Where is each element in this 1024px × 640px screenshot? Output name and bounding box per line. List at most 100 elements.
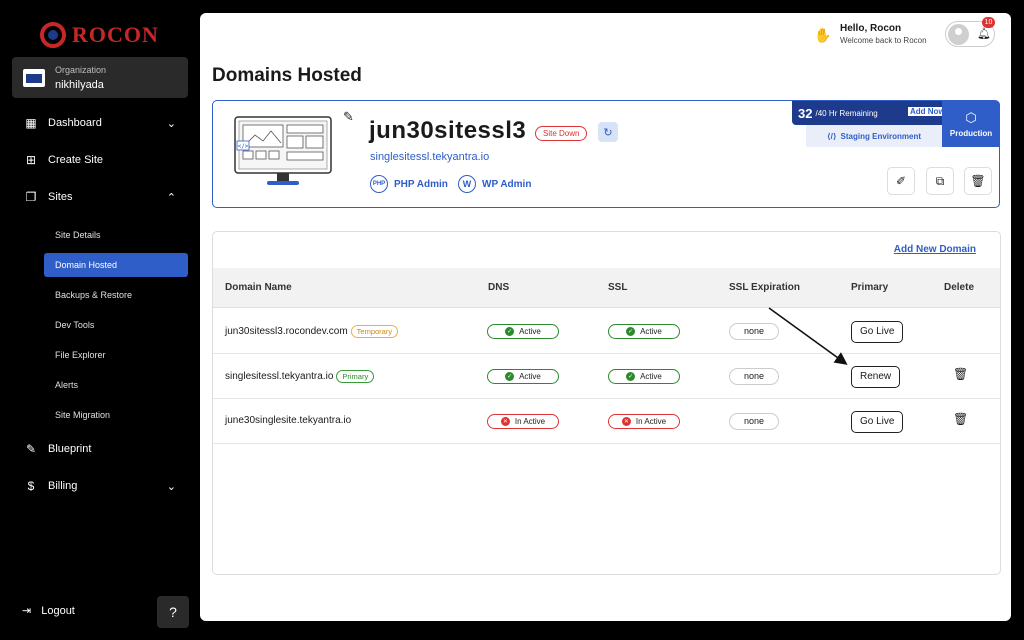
greeting: Hello, Rocon Welcome back to Rocon xyxy=(840,23,927,45)
sidebar: ROCON Organization nikhilyada ▦ Dashboar… xyxy=(0,0,200,640)
wp-admin-label: WP Admin xyxy=(482,178,532,190)
bell-icon[interactable]: 🔔︎ xyxy=(977,27,991,40)
sidebar-item-label: Dashboard xyxy=(48,117,102,129)
wave-hand-icon: ✋ xyxy=(814,27,832,43)
renew-button[interactable]: Renew xyxy=(851,366,901,388)
table-row: jun30sitessl3.rocondev.com Temporary ✓ Act… xyxy=(213,309,1000,354)
site-card: </> ✎ jun30sitessl3 Site Down ↻ singlesi… xyxy=(212,100,1000,208)
refresh-button[interactable]: ↻ xyxy=(598,122,618,142)
trash-icon[interactable]: 🗑︎ xyxy=(953,412,968,426)
avatar[interactable] xyxy=(948,24,969,45)
column-header-primary: Primary xyxy=(851,282,889,293)
sidebar-subitem-backups-restore[interactable]: Backups & Restore xyxy=(44,283,188,307)
site-monitor-illustration: </> xyxy=(234,116,332,185)
dns-status: ✕ In Active xyxy=(487,414,559,429)
organization-name: nikhilyada xyxy=(55,79,104,91)
sidebar-item-create-site[interactable]: ⊞ Create Site xyxy=(24,153,176,167)
brand-name: ROCON xyxy=(72,22,159,47)
magic-wand-button[interactable]: ✐ xyxy=(887,167,915,195)
logout-icon: ⇥ xyxy=(22,605,32,617)
add-new-domain-link[interactable]: Add New Domain xyxy=(894,244,976,255)
x-circle-icon: ✕ xyxy=(500,417,510,426)
hours-total: /40 Hr Remaining xyxy=(815,108,878,118)
dollar-icon: $ xyxy=(27,479,35,493)
php-admin-link[interactable]: PHP PHP Admin xyxy=(370,175,448,193)
add-window-icon: ⊞ xyxy=(25,153,37,167)
dashboard-icon: ▦ xyxy=(25,116,37,130)
domain-text: jun30sitessl3.rocondev.com xyxy=(225,326,348,338)
organization-label: Organization xyxy=(55,65,107,75)
sidebar-subitem-file-explorer[interactable]: File Explorer xyxy=(44,343,188,367)
column-header-ssl: SSL xyxy=(608,282,628,293)
ssl-status-label: Active xyxy=(640,327,662,336)
ssl-status-label: In Active xyxy=(635,417,667,426)
domain-name: jun30sitessl3.rocondev.com Temporary xyxy=(225,325,399,338)
svg-text:</>: </> xyxy=(238,143,249,150)
staging-label: Staging Environment xyxy=(840,131,921,141)
sites-icon: ❐ xyxy=(25,190,37,204)
organization-icon xyxy=(23,69,45,87)
greeting-subtitle: Welcome back to Rocon xyxy=(840,36,927,45)
copy-site-button[interactable]: ⧉ xyxy=(926,167,954,195)
ssl-status: ✓ Active xyxy=(608,324,680,339)
page-title: Domains Hosted xyxy=(212,65,362,86)
profile-menu[interactable]: 🔔︎ 10 xyxy=(945,17,995,47)
ssl-status-label: Active xyxy=(640,372,662,381)
sidebar-item-label: Sites xyxy=(48,191,73,203)
environment-panel: 32 /40 Hr Remaining Add Now ⟨/⟩ Staging … xyxy=(792,101,1000,147)
trash-icon[interactable]: 🗑︎ xyxy=(953,367,968,381)
organization-switcher[interactable]: Organization nikhilyada xyxy=(12,57,188,98)
trash-icon: 🗑︎ xyxy=(970,174,986,188)
sidebar-item-sites[interactable]: ❐ Sites ⌃ xyxy=(24,190,176,204)
sidebar-subitem-dev-tools[interactable]: Dev Tools xyxy=(44,313,188,337)
php-admin-label: PHP Admin xyxy=(394,178,448,190)
domain-tag-temporary: Temporary xyxy=(350,325,399,338)
brand-logo[interactable]: ROCON xyxy=(40,22,159,48)
php-icon: PHP xyxy=(370,175,388,193)
column-header-ssl-expiration: SSL Expiration xyxy=(729,282,800,293)
dns-status: ✓ Active xyxy=(487,369,559,384)
production-button[interactable]: ⬡ Production xyxy=(942,101,1000,147)
table-row: singlesitessl.tekyantra.io Primary ✓ Activ… xyxy=(213,354,1000,399)
logout-label: Logout xyxy=(41,604,75,617)
staging-environment-button[interactable]: ⟨/⟩ Staging Environment xyxy=(806,125,942,147)
sidebar-subitem-site-migration[interactable]: Site Migration xyxy=(44,403,188,427)
sidebar-item-label: Blueprint xyxy=(48,443,92,455)
site-url-link[interactable]: singlesitessl.tekyantra.io xyxy=(370,151,489,163)
check-icon: ✓ xyxy=(626,372,636,381)
x-circle-icon: ✕ xyxy=(621,417,631,426)
check-icon: ✓ xyxy=(626,327,636,336)
go-live-button[interactable]: Go Live xyxy=(851,321,904,343)
wordpress-icon: W xyxy=(458,175,476,193)
sidebar-subitem-site-details[interactable]: Site Details xyxy=(44,223,188,247)
chevron-down-icon: ⌄ xyxy=(166,117,176,130)
help-button[interactable]: ? xyxy=(157,596,189,628)
ssl-expiration: none xyxy=(729,323,779,340)
dns-status: ✓ Active xyxy=(487,324,559,339)
go-live-button[interactable]: Go Live xyxy=(851,411,904,433)
dns-status-label: Active xyxy=(519,327,541,336)
ssl-status: ✕ In Active xyxy=(608,414,680,429)
domains-card: Add New Domain Domain Name DNS SSL SSL E… xyxy=(212,231,1001,575)
greeting-title: Hello, Rocon xyxy=(840,23,902,34)
sidebar-subitem-alerts[interactable]: Alerts xyxy=(44,373,188,397)
check-icon: ✓ xyxy=(505,327,515,336)
sidebar-item-label: Billing xyxy=(48,480,78,492)
ssl-status: ✓ Active xyxy=(608,369,680,384)
sidebar-subitem-domain-hosted[interactable]: Domain Hosted xyxy=(44,253,188,277)
code-icon: ⟨/⟩ xyxy=(827,131,837,141)
add-now-link[interactable]: Add Now xyxy=(908,107,947,116)
sidebar-item-dashboard[interactable]: ▦ Dashboard ⌄ xyxy=(24,116,176,130)
column-header-domain: Domain Name xyxy=(225,282,292,293)
hours-used: 32 xyxy=(798,105,813,121)
copy-icon: ⧉ xyxy=(935,173,945,188)
sidebar-item-billing[interactable]: $ Billing ⌄ xyxy=(24,479,176,493)
sidebar-item-blueprint[interactable]: ✎ Blueprint xyxy=(24,442,176,456)
delete-site-button[interactable]: 🗑︎ xyxy=(964,167,992,195)
logout-button[interactable]: ⇥ Logout xyxy=(22,604,75,618)
wp-admin-link[interactable]: W WP Admin xyxy=(458,175,531,193)
production-label: Production xyxy=(949,129,993,138)
chevron-down-icon: ⌄ xyxy=(166,480,176,493)
column-header-delete: Delete xyxy=(944,282,975,293)
edit-pencil-icon[interactable]: ✎ xyxy=(343,109,354,125)
